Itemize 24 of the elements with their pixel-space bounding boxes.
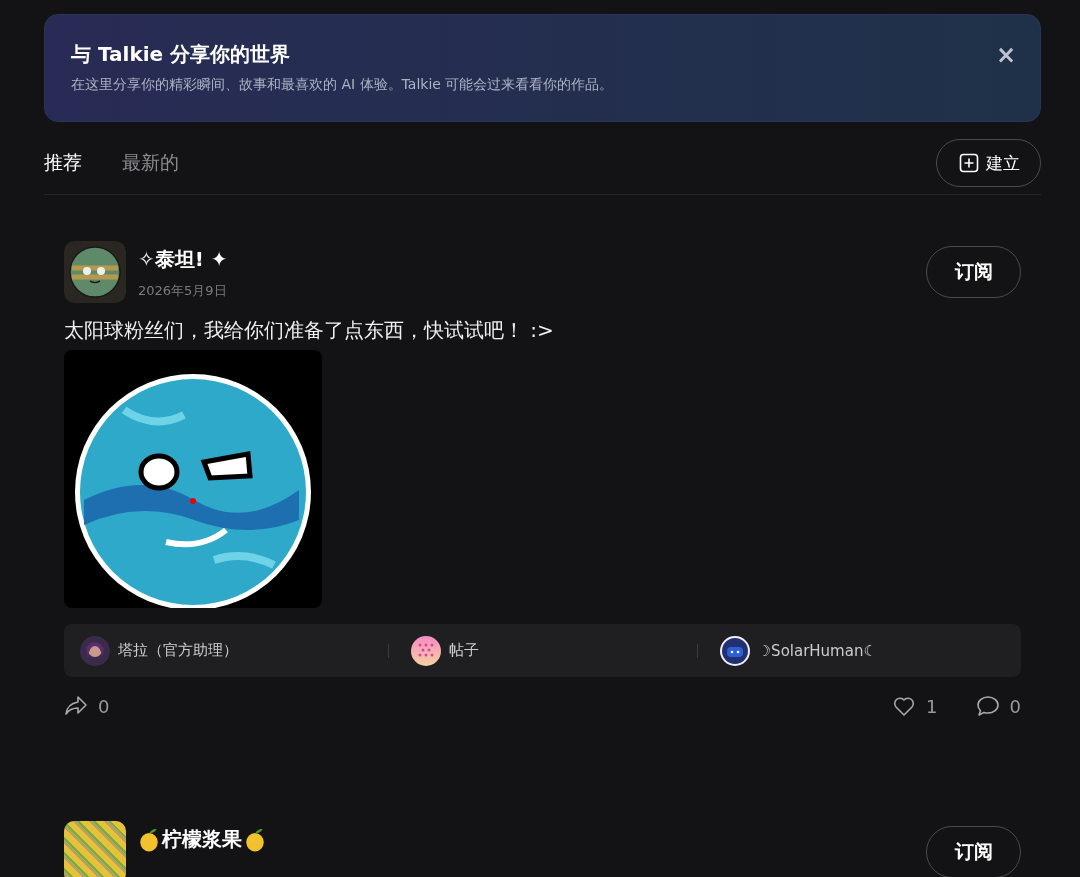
tag-label[interactable]: 塔拉（官方助理） bbox=[118, 641, 238, 660]
banner-text: 在这里分享你的精彩瞬间、故事和最喜欢的 AI 体验。Talkie 可能会过来看看你的作品。 bbox=[71, 76, 614, 94]
avatar-picture[interactable] bbox=[64, 241, 126, 303]
avatar-picture[interactable] bbox=[80, 635, 110, 666]
like-button[interactable]: 1 bbox=[892, 695, 938, 717]
heart-icon bbox=[892, 695, 917, 717]
avatar-picture[interactable] bbox=[411, 635, 442, 666]
feed-tab[interactable]: 推荐 bbox=[44, 150, 82, 176]
comment-button[interactable]: 0 bbox=[975, 695, 1021, 717]
banner-title: 与 Talkie 分享你的世界 bbox=[71, 41, 292, 68]
avatar-picture[interactable] bbox=[719, 635, 750, 666]
speech-bubble-icon bbox=[975, 695, 1000, 717]
post-text: 太阳球粉丝们，我给你们准备了点东西，快试试吧！ :> bbox=[64, 317, 555, 344]
feed-tab[interactable]: 最新的 bbox=[122, 150, 179, 176]
author-name[interactable]: ✧泰坦! ✦ bbox=[138, 246, 228, 273]
tag-label[interactable]: 帖子 bbox=[449, 641, 480, 660]
tag-label[interactable]: ☽SolarHuman☾ bbox=[757, 641, 877, 660]
post-date: 2026年5月9日 bbox=[138, 282, 228, 300]
share-arrow-icon bbox=[64, 695, 88, 717]
plus-square-icon bbox=[959, 153, 979, 173]
author-name[interactable]: 柠檬浆果 bbox=[138, 826, 266, 853]
close-button[interactable]: × bbox=[995, 41, 1016, 69]
share-button[interactable]: 0 bbox=[64, 695, 110, 717]
planet-face-picture[interactable] bbox=[64, 350, 322, 608]
